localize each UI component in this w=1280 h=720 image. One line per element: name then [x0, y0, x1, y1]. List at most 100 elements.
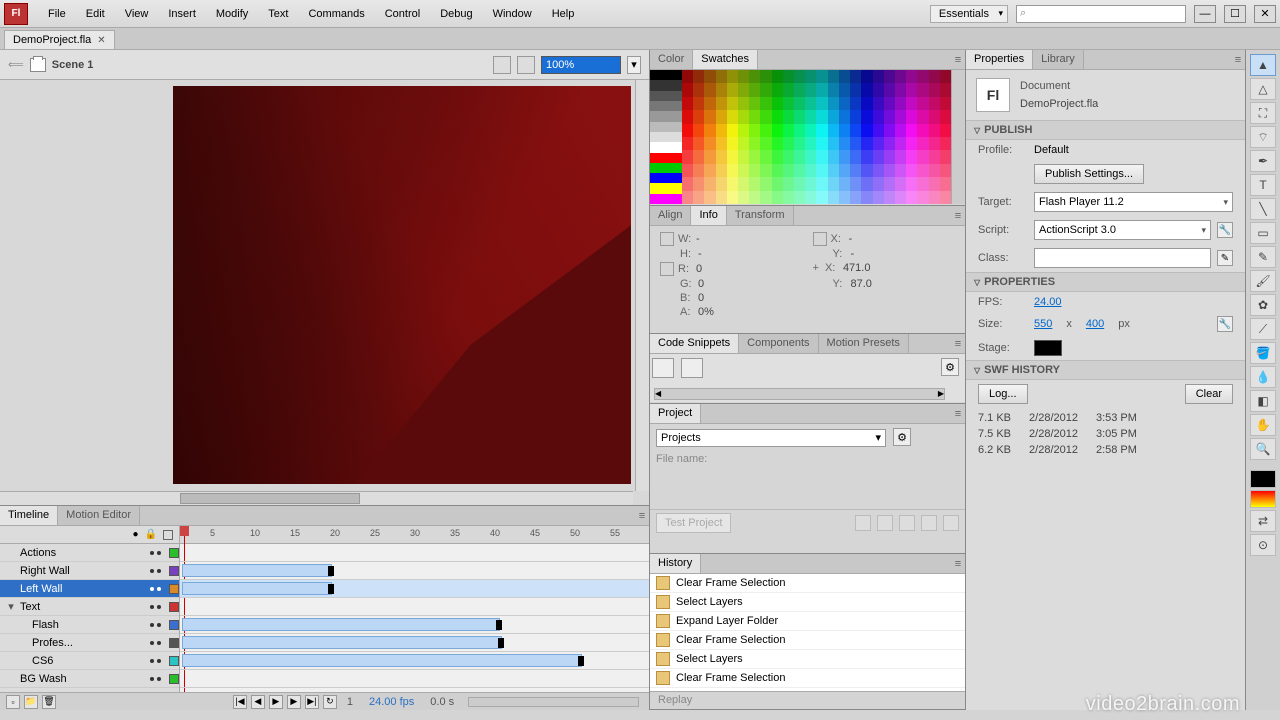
tab-motion-presets[interactable]: Motion Presets [819, 334, 909, 353]
wrench-icon[interactable]: 🔧 [1217, 316, 1233, 332]
tab-align[interactable]: Align [650, 206, 691, 225]
replay-button[interactable]: Replay [650, 691, 965, 709]
publish-settings-button[interactable]: Publish Settings... [1034, 164, 1144, 184]
tab-properties[interactable]: Properties [966, 50, 1033, 69]
eraser-tool[interactable]: ◧ [1250, 390, 1276, 412]
trash-icon[interactable] [943, 515, 959, 531]
workspace-switcher[interactable]: Essentials [930, 5, 1008, 23]
layer-row[interactable]: CS6 [0, 652, 179, 670]
swatches-grid[interactable] [650, 70, 965, 204]
stage-hscroll[interactable] [0, 491, 633, 505]
close-icon[interactable]: ✕ [97, 35, 105, 46]
layer-row[interactable]: Left Wall [0, 580, 179, 598]
layer-row[interactable]: Right Wall [0, 562, 179, 580]
panel-options-icon[interactable]: ≡ [951, 50, 965, 69]
section-publish[interactable]: PUBLISH [966, 120, 1245, 140]
section-properties[interactable]: PROPERTIES [966, 272, 1245, 292]
panel-options-icon[interactable]: ≡ [635, 506, 649, 525]
tab-project[interactable]: Project [650, 404, 701, 423]
test-project-button[interactable]: Test Project [656, 513, 731, 533]
pencil-icon[interactable]: ✎ [1217, 250, 1233, 266]
line-tool[interactable]: ╲ [1250, 198, 1276, 220]
add-to-frame-button[interactable] [652, 358, 674, 378]
stage-area[interactable] [0, 80, 649, 505]
script-dropdown[interactable]: ActionScript 3.0 [1034, 220, 1211, 240]
panel-options-icon[interactable]: ≡ [951, 554, 965, 573]
history-item[interactable]: Expand Layer Folder [650, 612, 965, 631]
step-fwd-button[interactable]: ▶ [287, 695, 301, 709]
project-icon[interactable] [877, 515, 893, 531]
new-layer-button[interactable]: ▫ [6, 695, 20, 709]
outline-icon[interactable] [163, 530, 173, 540]
new-folder-button[interactable]: 📁 [24, 695, 38, 709]
maximize-button[interactable]: ☐ [1224, 5, 1246, 23]
swatches-scroll[interactable] [951, 70, 965, 204]
stage-vscroll[interactable] [635, 80, 649, 491]
class-field[interactable] [1034, 248, 1211, 268]
gear-icon[interactable]: ⚙ [893, 428, 911, 446]
project-dropdown[interactable]: Projects [656, 429, 886, 447]
step-back-button[interactable]: ◀ [251, 695, 265, 709]
subselection-tool[interactable]: △ [1250, 78, 1276, 100]
tab-motion-editor[interactable]: Motion Editor [58, 506, 140, 525]
back-arrow-icon[interactable]: ⟸ [8, 58, 24, 71]
snippets-hscroll[interactable] [654, 388, 945, 400]
deco-tool[interactable]: ✿ [1250, 294, 1276, 316]
menu-window[interactable]: Window [483, 4, 542, 24]
tab-library[interactable]: Library [1033, 50, 1084, 69]
edit-symbol-icon[interactable] [517, 56, 535, 74]
menu-file[interactable]: File [38, 4, 76, 24]
panel-options-icon[interactable]: ≡ [951, 334, 965, 353]
size-height[interactable]: 400 [1086, 318, 1104, 330]
fill-color[interactable] [1250, 490, 1276, 508]
history-item[interactable]: Clear Frame Selection [650, 631, 965, 650]
panel-options-icon[interactable]: ≡ [951, 206, 965, 225]
paint-bucket-tool[interactable]: 🪣 [1250, 342, 1276, 364]
fps-value[interactable]: 24.00 [1034, 296, 1062, 308]
panel-options-icon[interactable]: ≡ [1231, 50, 1245, 69]
rectangle-tool[interactable]: ▭ [1250, 222, 1276, 244]
tab-code-snippets[interactable]: Code Snippets [650, 334, 739, 353]
tab-timeline[interactable]: Timeline [0, 506, 58, 525]
gear-icon[interactable]: ⚙ [941, 358, 959, 376]
pencil-tool[interactable]: ✎ [1250, 246, 1276, 268]
lock-icon[interactable]: 🔒 [145, 529, 157, 540]
menu-help[interactable]: Help [542, 4, 585, 24]
log-button[interactable]: Log... [978, 384, 1028, 404]
frame-ruler[interactable]: 510152025303540455055 [180, 526, 649, 544]
wrench-icon[interactable]: 🔧 [1217, 222, 1233, 238]
ffwd-button[interactable]: ▶| [305, 695, 319, 709]
history-item[interactable]: Select Layers [650, 593, 965, 612]
project-icon[interactable] [855, 515, 871, 531]
zoom-tool[interactable]: 🔍 [1250, 438, 1276, 460]
edit-scene-icon[interactable] [493, 56, 511, 74]
stage-color-swatch[interactable] [1034, 340, 1062, 356]
stroke-color[interactable] [1250, 470, 1276, 488]
frame-area[interactable]: 510152025303540455055 [180, 526, 649, 692]
section-swf-history[interactable]: SWF HISTORY [966, 360, 1245, 380]
project-icon[interactable] [921, 515, 937, 531]
menu-modify[interactable]: Modify [206, 4, 258, 24]
minimize-button[interactable]: — [1194, 5, 1216, 23]
tab-info[interactable]: Info [691, 206, 726, 225]
free-transform-tool[interactable]: ⛶ [1250, 102, 1276, 124]
text-tool[interactable]: T [1250, 174, 1276, 196]
selection-tool[interactable]: ▲ [1250, 54, 1276, 76]
stage-canvas[interactable] [173, 86, 631, 484]
bone-tool[interactable]: ⟋ [1250, 318, 1276, 340]
tab-swatches[interactable]: Swatches [693, 50, 758, 69]
delete-layer-button[interactable]: 🗑 [42, 695, 56, 709]
menu-control[interactable]: Control [375, 4, 430, 24]
search-input[interactable] [1016, 5, 1186, 23]
lasso-tool[interactable]: ⌔ [1250, 126, 1276, 148]
swap-colors[interactable]: ⇄ [1250, 510, 1276, 532]
clear-button[interactable]: Clear [1185, 384, 1233, 404]
tab-components[interactable]: Components [739, 334, 818, 353]
menu-insert[interactable]: Insert [158, 4, 206, 24]
eyedropper-tool[interactable]: 💧 [1250, 366, 1276, 388]
tab-color[interactable]: Color [650, 50, 693, 69]
menu-view[interactable]: View [115, 4, 159, 24]
menu-edit[interactable]: Edit [76, 4, 115, 24]
layer-row[interactable]: Actions [0, 544, 179, 562]
menu-debug[interactable]: Debug [430, 4, 482, 24]
